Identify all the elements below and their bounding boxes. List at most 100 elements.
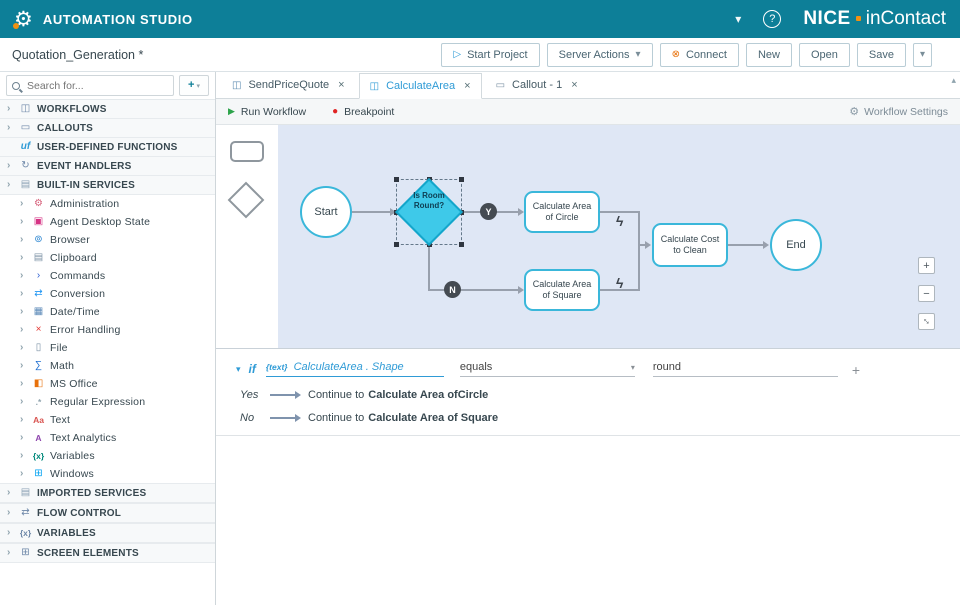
chevron-right-icon[interactable]: › [7,123,14,133]
start-project-button[interactable]: ▷ Start Project [441,42,540,67]
node-end[interactable]: End [770,219,822,271]
chevron-right-icon[interactable]: › [20,415,27,425]
condition-value-field[interactable]: round [652,361,838,377]
node-calculate-area-of-circle[interactable]: Calculate Area of Circle [524,191,600,233]
save-button[interactable]: Save [856,42,906,67]
sidebar-item-workflows[interactable]: › ◫ WORKFLOWS [0,100,215,119]
run-workflow-button[interactable]: ▶ Run Workflow [228,106,306,118]
close-tab-icon[interactable]: × [338,79,344,91]
palette-decision-shape[interactable] [227,181,265,219]
sidebar-item-flow-control[interactable]: › ⇄ FLOW CONTROL [0,503,215,523]
node-calculate-area-of-square[interactable]: Calculate Area of Square [524,269,600,311]
connect-button[interactable]: ⊗ Connect [659,42,739,67]
chevron-right-icon[interactable]: › [20,397,27,407]
help-icon[interactable]: ? [763,10,782,28]
save-dropdown-button[interactable]: ▾ [912,42,932,67]
sidebar-item-ms-office[interactable]: › ◧ MS Office [0,375,215,393]
workflows-icon: ◫ [20,103,31,114]
chevron-right-icon[interactable]: › [7,488,14,498]
sidebar-item-administration[interactable]: › ⚙ Administration [0,195,215,213]
add-condition-button[interactable]: + [852,363,860,377]
condition-operand-field[interactable]: {text} CalculateArea . Shape [265,361,444,377]
chevron-right-icon[interactable]: › [20,271,27,281]
sidebar-item-clipboard[interactable]: › ▤ Clipboard [0,249,215,267]
sidebar-item-variables-service[interactable]: › {x} Variables [0,447,215,465]
sidebar-item-agent-desktop-state[interactable]: › ▣ Agent Desktop State [0,213,215,231]
chevron-right-icon[interactable]: › [20,433,27,443]
chevron-right-icon[interactable]: › [20,289,27,299]
chevron-right-icon[interactable]: › [20,451,27,461]
chevron-right-icon[interactable]: › [7,161,14,171]
canvas-background[interactable] [278,125,960,348]
chevron-right-icon[interactable]: › [7,508,14,518]
sidebar-item-commands[interactable]: › › Commands [0,267,215,285]
tab-sendpricequote[interactable]: ◫ SendPriceQuote × [222,72,355,98]
resize-handle[interactable] [394,242,399,247]
chevron-right-icon[interactable]: › [20,235,27,245]
sidebar-item-imported-services[interactable]: › ▤ IMPORTED SERVICES [0,483,215,503]
tab-callout-1[interactable]: ▭ Callout - 1 × [486,72,588,98]
sidebar-item-text[interactable]: › Aa Text [0,411,215,429]
sidebar-item-callouts[interactable]: › ▭ CALLOUTS [0,119,215,138]
connector-no-square [428,289,520,291]
node-calculate-cost-to-clean[interactable]: Calculate Cost to Clean [652,223,728,267]
chevron-right-icon[interactable]: › [20,307,27,317]
tab-calculatearea[interactable]: ◫ CalculateArea × [358,73,482,99]
zoom-out-button[interactable]: − [918,285,935,302]
scroll-up-arrow-icon[interactable]: ▴ [951,75,956,86]
collapse-caret-icon[interactable]: ▾ [236,364,241,377]
zoom-fit-button[interactable]: ↕ [918,313,935,330]
condition-operator-dropdown[interactable]: equals ▾ [459,361,635,377]
sidebar-item-label: FLOW CONTROL [37,507,122,519]
sidebar-item-file[interactable]: › ▯ File [0,339,215,357]
sidebar-item-windows[interactable]: › ⊞ Windows [0,465,215,483]
new-button[interactable]: New [745,42,792,67]
chevron-right-icon[interactable]: › [7,548,14,558]
chevron-right-icon[interactable]: › [20,379,27,389]
chevron-right-icon[interactable]: › [20,325,27,335]
chevron-down-icon: ▾ [635,49,641,60]
chevron-right-icon[interactable]: › [20,199,27,209]
sidebar-item-conversion[interactable]: › ⇄ Conversion [0,285,215,303]
add-item-button[interactable]: + ▾ [179,75,209,96]
chevron-right-icon[interactable]: › [7,104,14,114]
workflow-canvas[interactable]: Start Is Room Round? Y N Calculate Area … [216,125,960,348]
chevron-right-icon[interactable]: › [7,180,14,190]
sidebar-item-regular-expression[interactable]: › .* Regular Expression [0,393,215,411]
automation-studio-window: ⚙ AUTOMATION STUDIO ▾ ? NICE inContact Q… [0,0,960,605]
sidebar-item-error-handling[interactable]: › × Error Handling [0,321,215,339]
resize-handle[interactable] [459,242,464,247]
node-start[interactable]: Start [300,186,352,238]
header-chevron-down-icon[interactable]: ▾ [735,12,741,26]
sidebar-item-user-defined-functions[interactable]: uf USER-DEFINED FUNCTIONS [0,138,215,157]
search-input[interactable] [25,78,168,93]
breakpoint-label: Breakpoint [344,105,395,118]
chevron-right-icon[interactable]: › [20,469,27,479]
sidebar-item-event-handlers[interactable]: › ↻ EVENT HANDLERS [0,157,215,176]
chevron-right-icon[interactable]: › [7,528,14,538]
chevron-right-icon[interactable]: › [20,253,27,263]
sidebar-item-math[interactable]: › ∑ Math [0,357,215,375]
palette-step-shape[interactable] [230,141,264,162]
server-actions-button[interactable]: Server Actions ▾ [546,42,653,67]
sidebar-item-built-in-services[interactable]: › ▤ BUILT-IN SERVICES [0,176,215,195]
sidebar-item-variables-section[interactable]: › {x} VARIABLES [0,523,215,543]
sidebar-item-screen-elements[interactable]: › ⊞ SCREEN ELEMENTS [0,543,215,563]
workflow-settings-button[interactable]: ⚙ Workflow Settings [849,105,948,119]
close-tab-icon[interactable]: × [464,80,470,92]
sidebar-item-browser[interactable]: › ⊚ Browser [0,231,215,249]
open-button[interactable]: Open [798,42,850,67]
close-tab-icon[interactable]: × [571,79,577,91]
sidebar-item-text-analytics[interactable]: › A Text Analytics [0,429,215,447]
zoom-in-button[interactable]: + [918,257,935,274]
sidebar-item-date-time[interactable]: › ▦ Date/Time [0,303,215,321]
breakpoint-button[interactable]: ● Breakpoint [332,106,394,118]
branch-row-yes[interactable]: Yes Continue to Calculate Area ofCircle [240,383,960,406]
chevron-right-icon[interactable]: › [20,217,27,227]
service-label: File [50,342,68,354]
resize-handle[interactable] [394,177,399,182]
resize-handle[interactable] [459,177,464,182]
chevron-right-icon[interactable]: › [20,361,27,371]
chevron-right-icon[interactable]: › [20,343,27,353]
branch-row-no[interactable]: No Continue to Calculate Area of Square [240,406,960,429]
